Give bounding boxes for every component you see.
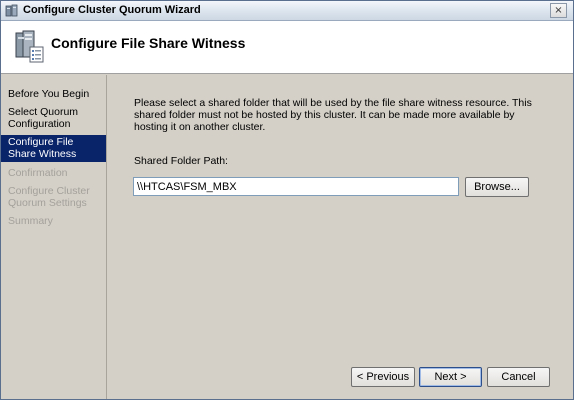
nav-step-label: Before You Begin xyxy=(8,88,90,100)
wizard-content: Please select a shared folder that will … xyxy=(108,75,573,365)
close-button[interactable]: × xyxy=(550,3,567,18)
nav-step-configure-file-share-witness[interactable]: Configure File Share Witness xyxy=(1,135,106,162)
wizard-header: Configure File Share Witness xyxy=(1,21,573,74)
nav-step-confirmation: Confirmation xyxy=(1,166,106,181)
cluster-servers-icon xyxy=(15,30,44,63)
nav-step-label: Configure Cluster Quorum Settings xyxy=(8,185,90,209)
nav-step-select-quorum-configuration[interactable]: Select Quorum Configuration xyxy=(1,105,106,132)
window-title: Configure Cluster Quorum Wizard xyxy=(23,4,201,16)
nav-step-summary: Summary xyxy=(1,214,106,229)
nav-step-label: Confirmation xyxy=(8,167,68,179)
nav-step-label: Select Quorum Configuration xyxy=(8,106,79,130)
nav-step-before-you-begin[interactable]: Before You Begin xyxy=(1,87,106,102)
nav-step-configure-cluster-quorum-settings: Configure Cluster Quorum Settings xyxy=(1,184,106,211)
page-title: Configure File Share Witness xyxy=(51,35,246,51)
close-icon: × xyxy=(554,5,563,16)
cancel-button[interactable]: Cancel xyxy=(487,367,550,387)
wizard-window: Configure Cluster Quorum Wizard × Config… xyxy=(0,0,574,400)
previous-button[interactable]: < Previous xyxy=(351,367,415,387)
title-bar[interactable]: Configure Cluster Quorum Wizard × xyxy=(1,1,573,21)
wizard-steps-nav: Before You Begin Select Quorum Configura… xyxy=(1,75,107,399)
browse-button[interactable]: Browse... xyxy=(465,177,529,197)
next-button[interactable]: Next > xyxy=(419,367,482,387)
nav-step-label: Configure File Share Witness xyxy=(8,136,77,160)
page-description: Please select a shared folder that will … xyxy=(134,97,532,133)
shared-folder-path-label: Shared Folder Path: xyxy=(134,155,228,167)
nav-step-label: Summary xyxy=(8,215,53,227)
shared-folder-path-input[interactable] xyxy=(133,177,459,196)
cluster-app-icon xyxy=(5,4,18,17)
